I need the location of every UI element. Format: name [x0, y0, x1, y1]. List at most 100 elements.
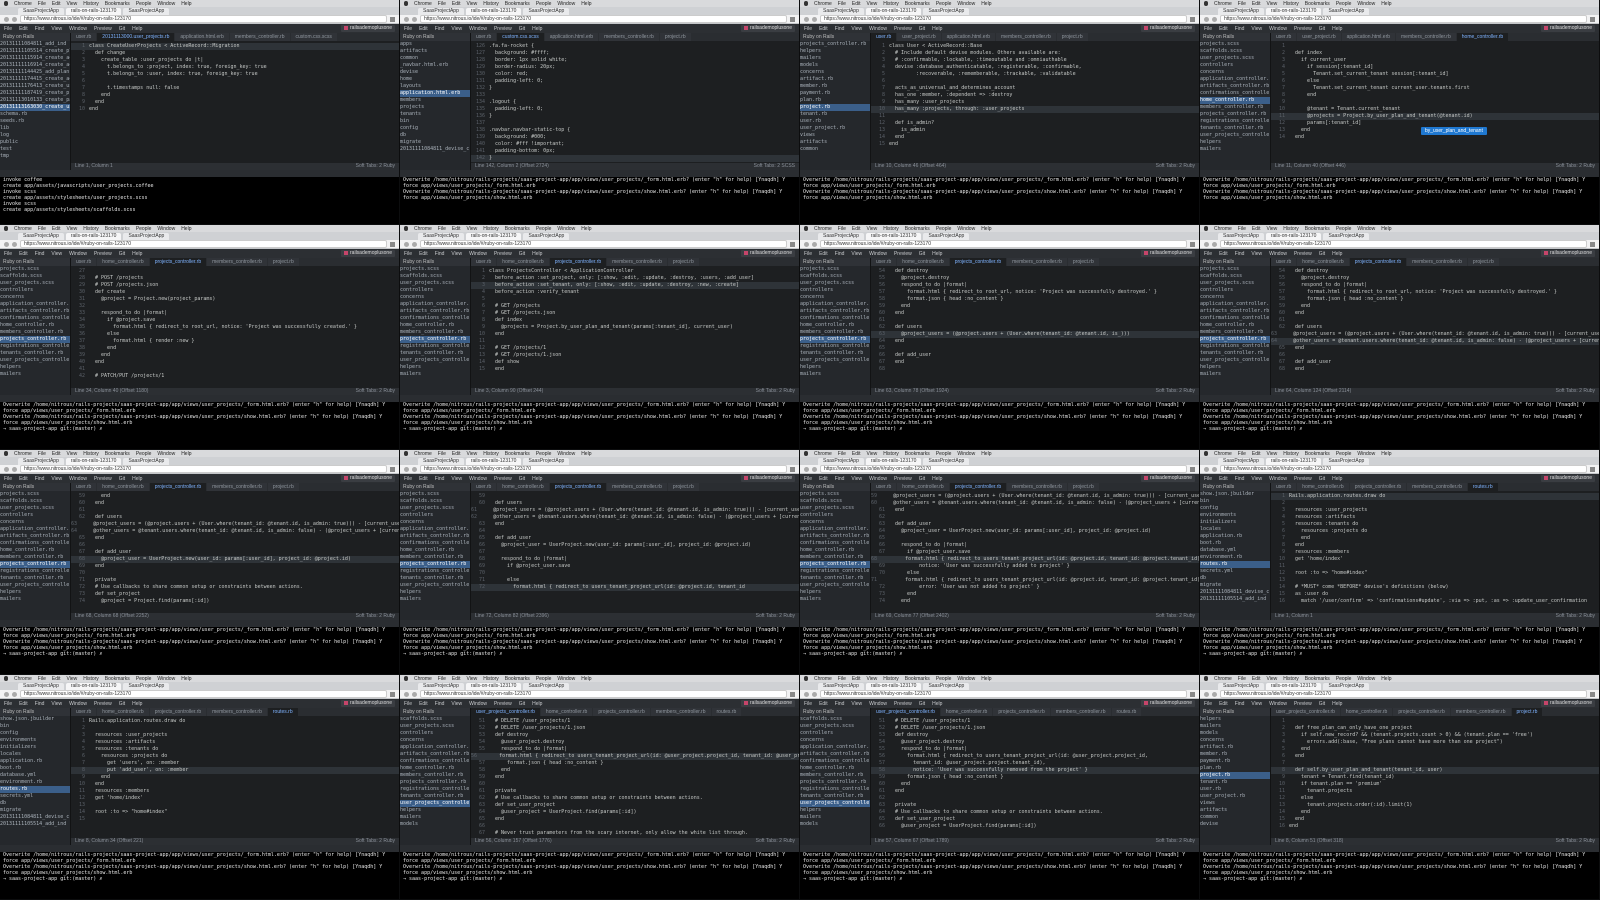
file-tree-item[interactable]: helpers [1200, 716, 1270, 723]
ide-menu-item[interactable]: Find [435, 26, 445, 32]
mac-menu-item[interactable]: People [136, 226, 152, 232]
ide-menu-item[interactable]: Find [435, 251, 445, 257]
forward-icon[interactable] [812, 16, 817, 22]
file-tree-item[interactable]: concerns [400, 737, 470, 744]
ide-menu-item[interactable]: Edit [1219, 476, 1228, 482]
apple-icon[interactable] [404, 1, 408, 6]
ide-menu-item[interactable]: Window [869, 476, 887, 482]
ide-menu-item[interactable]: Find [1235, 701, 1245, 707]
mac-menu-item[interactable]: View [466, 226, 477, 232]
ide-menu-item[interactable]: Preview [894, 476, 912, 482]
browser-tab[interactable]: SaasProjectApp [1218, 233, 1264, 240]
user-menu-button[interactable]: railsademoplusone [1541, 250, 1595, 257]
file-tree-item[interactable]: concerns [400, 294, 470, 301]
user-menu-button[interactable]: railsademoplusone [741, 475, 795, 482]
mac-menu-item[interactable]: History [83, 451, 99, 457]
autocomplete-suggestion[interactable]: by_user_plan_and_tenant [1421, 127, 1487, 135]
file-tree-item[interactable]: home_controller.rb [800, 547, 870, 554]
file-tree-item[interactable]: confirmations_controller.rb [0, 315, 70, 322]
file-tree-item[interactable]: projects.scss [800, 266, 870, 273]
file-tree-item[interactable]: registrations_controller.rb [800, 568, 870, 575]
file-tree-item[interactable]: helpers [0, 364, 70, 371]
code-area[interactable]: 51 # DELETE /user_projects/1 52 # DELETE … [471, 716, 799, 838]
ide-menu-item[interactable]: File [404, 26, 412, 32]
ide-menu-item[interactable]: Preview [894, 701, 912, 707]
browser-tab[interactable]: SaasProjectApp [523, 458, 570, 465]
file-tree-item[interactable]: application_controller.rb [0, 301, 70, 308]
chrome-menu-icon[interactable] [790, 466, 795, 472]
file-tree-item[interactable]: project.rb [1200, 772, 1270, 779]
file-tree-item[interactable]: application_controller.rb [800, 526, 870, 533]
mac-menu-item[interactable]: Bookmarks [505, 676, 530, 682]
mac-menu-item[interactable]: Chrome [814, 226, 832, 232]
mac-menu-item[interactable]: File [438, 226, 446, 232]
code-area[interactable]: 1 Rails.application.routes.draw do 2 3 reso… [71, 716, 399, 838]
editor-tab[interactable]: home_controller.rb [1340, 708, 1393, 716]
file-tree-item[interactable]: secrets.yml [0, 793, 70, 800]
file-tree-item[interactable]: user_projects.scss [800, 505, 870, 512]
ide-menu-item[interactable]: Find [1235, 26, 1245, 32]
terminal[interactable]: Overwrite /home/nitrous/rails-projects/s… [400, 620, 799, 674]
ide-menu-item[interactable]: Preview [1294, 251, 1312, 257]
mac-menu-item[interactable]: People [936, 451, 952, 457]
file-tree-item[interactable]: environments [0, 737, 70, 744]
terminal[interactable]: Overwrite /home/nitrous/rails-projects/s… [1200, 395, 1599, 449]
mac-menu-item[interactable]: Bookmarks [105, 226, 130, 232]
editor-tab[interactable]: members_controller.rb [1407, 483, 1467, 491]
file-tree-item[interactable]: log [0, 132, 70, 139]
mac-menu-item[interactable]: Window [557, 1, 575, 7]
file-tree-item[interactable]: tmp [0, 153, 70, 160]
ide-menu-item[interactable]: Edit [1219, 26, 1228, 32]
mac-menu-item[interactable]: View [1266, 676, 1277, 682]
mac-menu-item[interactable]: View [1266, 1, 1277, 7]
file-tree-item[interactable]: projects_controller.rb [0, 336, 70, 343]
ide-menu-item[interactable]: View [1251, 26, 1262, 32]
file-tree-item[interactable]: members [400, 97, 470, 104]
file-tree-item[interactable]: artifacts_controller.rb [0, 308, 70, 315]
editor-tab[interactable]: home_controller.rb [1297, 483, 1349, 491]
editor-tab[interactable]: user.rb [471, 33, 497, 41]
mac-menu-item[interactable]: Window [557, 451, 575, 457]
chrome-menu-icon[interactable] [1590, 241, 1595, 247]
file-tree-item[interactable]: confirmations_controller.rb [400, 315, 470, 322]
ide-menu-item[interactable]: Preview [1294, 476, 1312, 482]
editor-tab[interactable]: projects_controller.rb [149, 483, 207, 491]
file-tree-item[interactable]: project.rb [800, 104, 870, 111]
mac-menu-item[interactable]: Edit [452, 676, 461, 682]
browser-tab[interactable]: SaasProjectApp [923, 458, 970, 465]
file-tree-item[interactable]: tenant.rb [800, 111, 870, 118]
file-tree-item[interactable]: user_projects.scss [800, 280, 870, 287]
file-tree-item[interactable]: config [400, 125, 470, 132]
mac-menu-item[interactable]: Window [1357, 451, 1375, 457]
mac-menu-item[interactable]: View [466, 1, 477, 7]
editor-tab[interactable]: user.rb [71, 708, 97, 716]
editor-tab[interactable]: members_controller.rb [599, 33, 659, 41]
file-tree-item[interactable]: home_controller.rb [400, 322, 470, 329]
file-tree-item[interactable]: projects.scss [400, 491, 470, 498]
mac-menu-item[interactable]: Chrome [814, 1, 832, 7]
chrome-menu-icon[interactable] [1190, 16, 1195, 22]
mac-menu-item[interactable]: File [1238, 676, 1246, 682]
file-tree-item[interactable]: members_controller.rb [1200, 329, 1270, 336]
file-tree-item[interactable]: tenants_controller.rb [400, 793, 470, 800]
editor-tab[interactable]: members_controller.rb [1007, 483, 1067, 491]
ide-menu-item[interactable]: Git [119, 251, 125, 257]
terminal[interactable]: Overwrite /home/nitrous/rails-projects/s… [1200, 845, 1599, 899]
file-tree-item[interactable]: user_projects.scss [1200, 280, 1270, 287]
mac-menu-item[interactable]: Chrome [1214, 226, 1232, 232]
forward-icon[interactable] [812, 241, 817, 247]
ide-menu-item[interactable]: File [804, 476, 812, 482]
chrome-menu-icon[interactable] [1590, 691, 1595, 697]
browser-tab[interactable]: SaasProjectApp [818, 458, 864, 465]
file-tree-item[interactable]: projects_controller.rb [1200, 111, 1270, 118]
file-tree-item[interactable]: scaffolds.scss [0, 498, 70, 505]
mac-menu-item[interactable]: Bookmarks [905, 226, 930, 232]
file-tree-item[interactable]: routes.rb [1200, 561, 1270, 568]
mac-menu-item[interactable]: Chrome [414, 676, 432, 682]
file-tree-item[interactable]: projects.scss [400, 266, 470, 273]
mac-menu-item[interactable]: History [1283, 676, 1299, 682]
chrome-menu-icon[interactable] [1590, 466, 1595, 472]
file-tree-item[interactable]: members_controller.rb [400, 772, 470, 779]
mac-menu-item[interactable]: Chrome [814, 451, 832, 457]
file-tree-item[interactable]: common [400, 55, 470, 62]
